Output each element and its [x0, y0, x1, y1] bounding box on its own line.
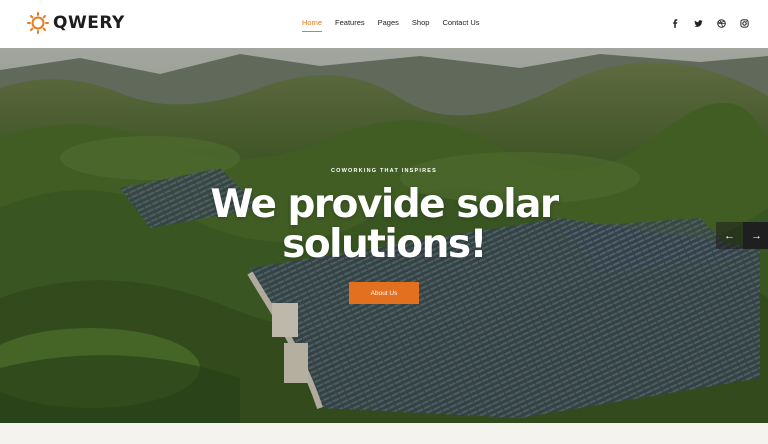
slider-prev-button[interactable]: ← [716, 222, 743, 249]
social-links [670, 18, 749, 28]
nav-item-contact-us[interactable]: Contact Us [442, 18, 479, 31]
hero-headline: We provide solar solutions! [0, 185, 768, 265]
nav-item-home[interactable]: Home [302, 18, 323, 32]
about-us-button[interactable]: About Us [349, 282, 419, 304]
nav-item-pages[interactable]: Pages [378, 18, 399, 31]
facebook-icon[interactable] [670, 18, 680, 28]
main-nav: Home Features Pages Shop Contact Us [302, 18, 480, 32]
hero-kicker: COWORKING THAT INSPIRES [330, 168, 438, 174]
page-below-fold [0, 423, 768, 444]
dribbble-icon[interactable] [716, 18, 726, 28]
headline-line-1: We provide solar [210, 182, 559, 227]
arrow-left-icon: ← [724, 229, 735, 242]
sun-logo-icon [27, 12, 49, 34]
nav-item-shop[interactable]: Shop [412, 18, 430, 31]
arrow-right-icon: → [751, 229, 762, 242]
site-header: QWERY Home Features Pages Shop Contact U… [0, 0, 768, 48]
instagram-icon[interactable] [739, 18, 749, 28]
brand-name: QWERY [53, 13, 125, 33]
logo[interactable]: QWERY [27, 12, 125, 34]
headline-line-2: solutions! [282, 222, 487, 267]
twitter-icon[interactable] [693, 18, 703, 28]
slider-next-button[interactable]: → [743, 222, 768, 249]
nav-item-features[interactable]: Features [335, 18, 365, 31]
